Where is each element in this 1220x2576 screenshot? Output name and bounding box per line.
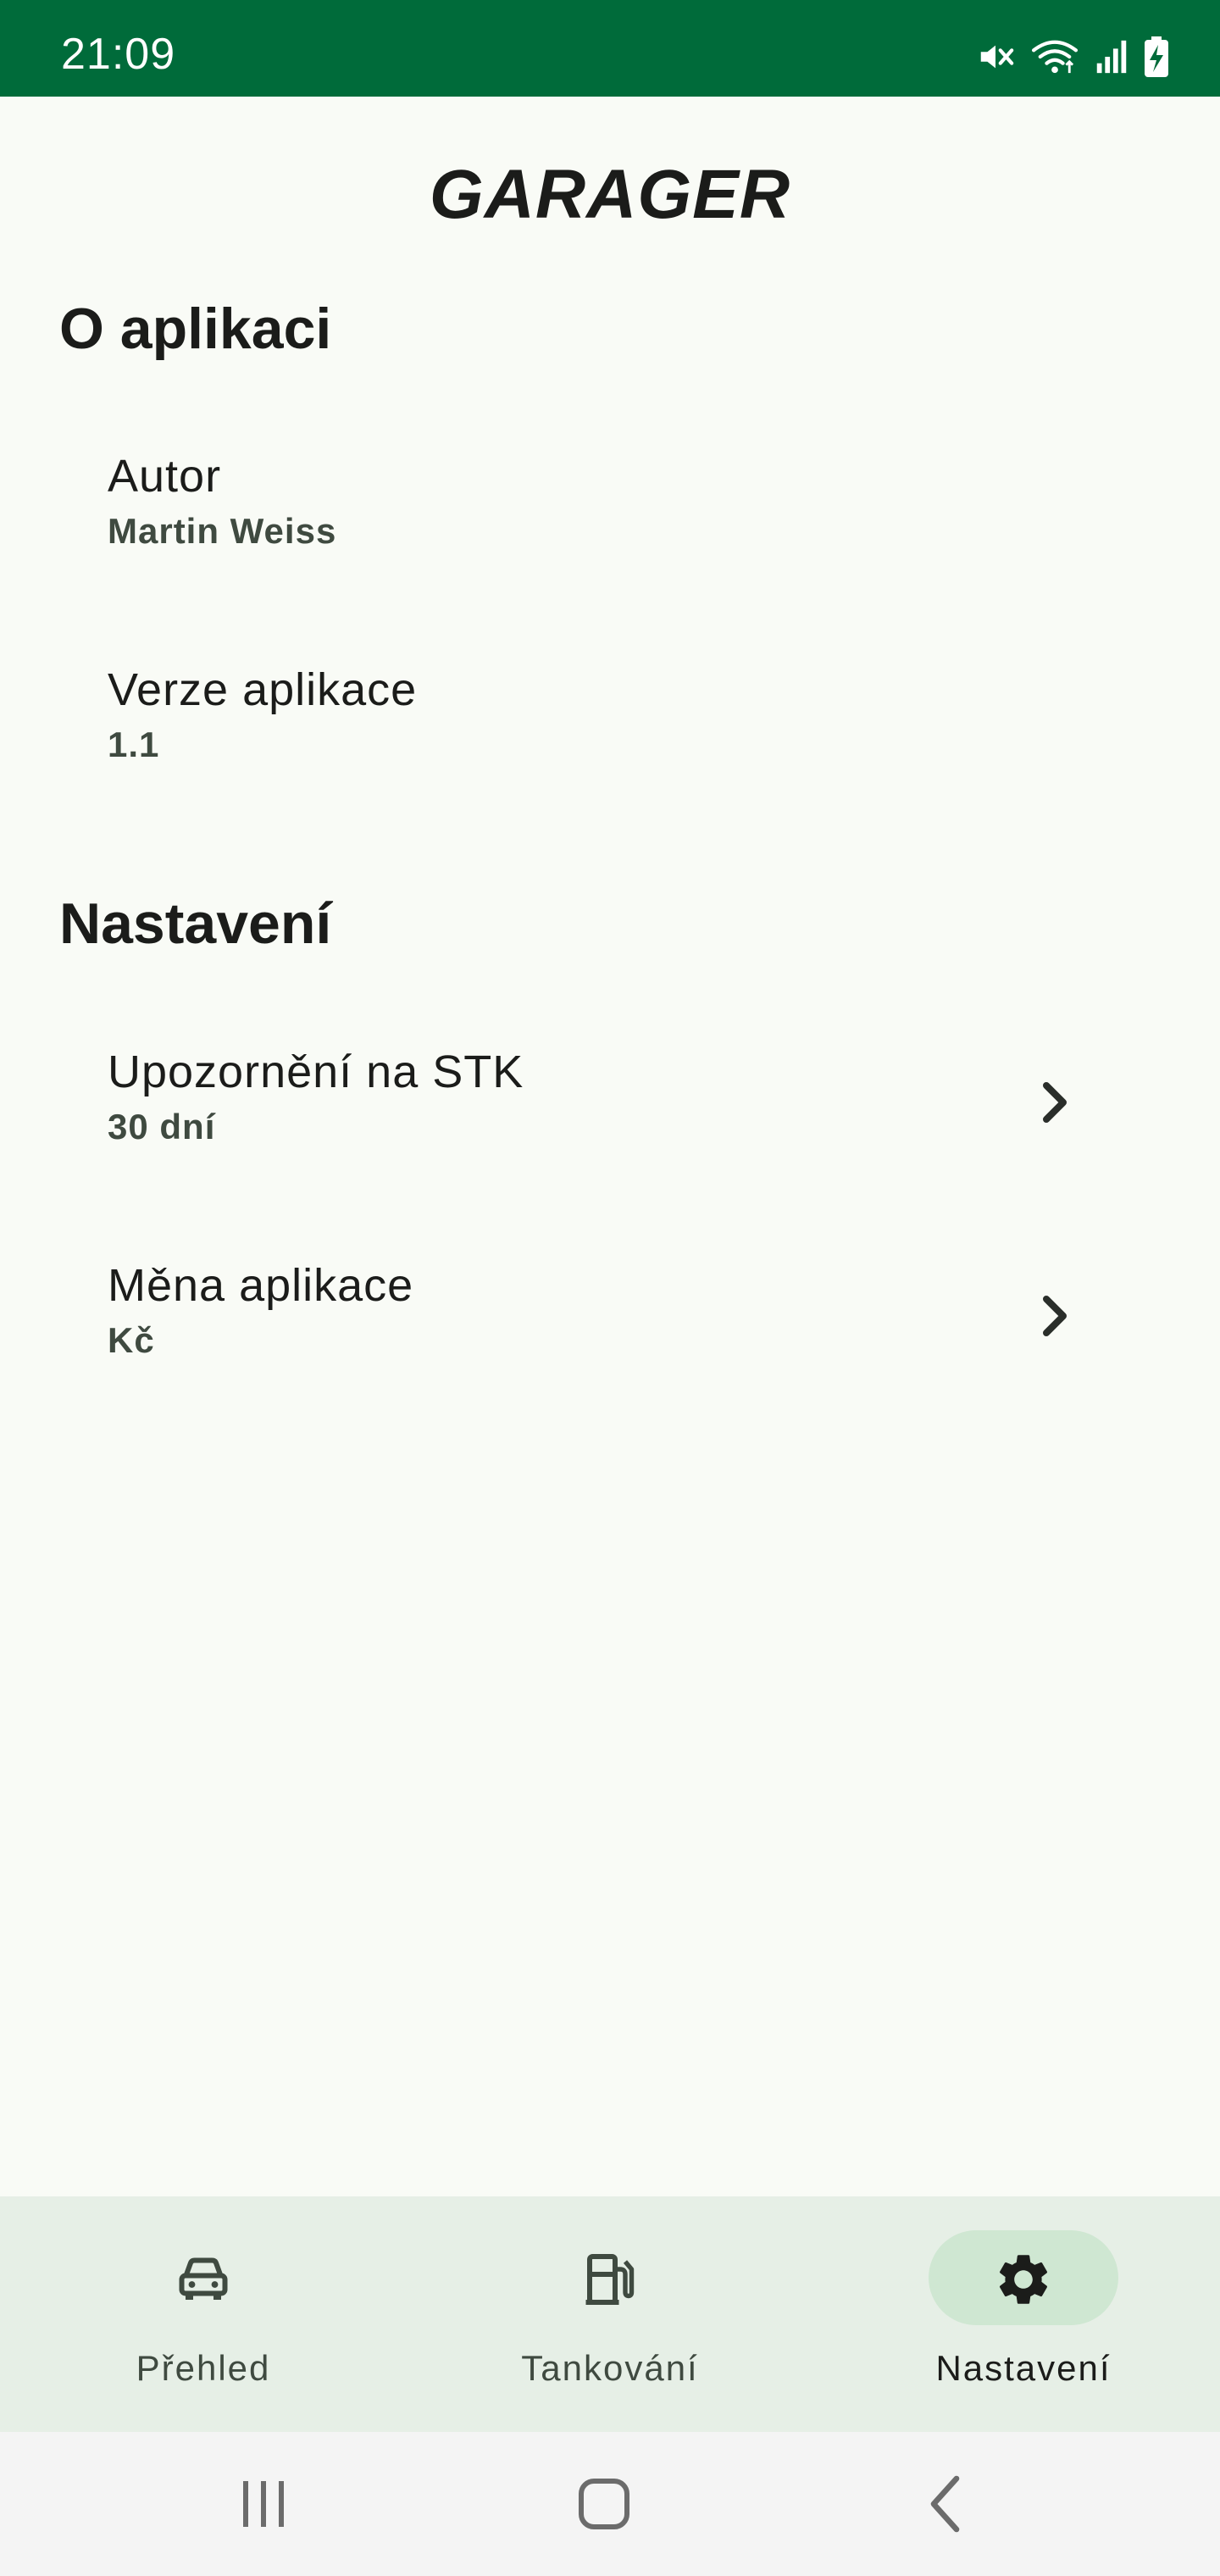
car-icon bbox=[179, 2257, 228, 2300]
author-value: Martin Weiss bbox=[108, 511, 337, 551]
nav-item-overview[interactable]: Přehled bbox=[0, 2196, 407, 2432]
fuel-pump-icon bbox=[585, 2254, 635, 2305]
stk-reminder-label: Upozornění na STK bbox=[108, 1046, 524, 1097]
status-bar: 21:09 bbox=[0, 0, 1220, 97]
section-heading-about: O aplikaci bbox=[59, 297, 332, 361]
stk-reminder-value: 30 dní bbox=[108, 1107, 216, 1146]
back-icon[interactable] bbox=[908, 2466, 984, 2542]
system-navigation-bar bbox=[0, 2432, 1220, 2576]
version-value: 1.1 bbox=[108, 724, 160, 764]
mute-icon bbox=[976, 37, 1015, 76]
nav-label-fuel: Tankování bbox=[521, 2348, 699, 2388]
home-icon[interactable] bbox=[566, 2466, 642, 2542]
stk-reminder-row[interactable]: Upozornění na STK 30 dní bbox=[0, 1045, 1220, 1240]
status-icons bbox=[976, 34, 1169, 80]
author-label: Autor bbox=[108, 451, 222, 502]
nav-item-fuel[interactable]: Tankování bbox=[407, 2196, 813, 2432]
nav-item-settings[interactable]: Nastavení bbox=[820, 2196, 1220, 2432]
currency-row[interactable]: Měna aplikace Kč bbox=[0, 1258, 1220, 1453]
gear-icon bbox=[999, 2255, 1048, 2304]
signal-icon bbox=[1095, 37, 1128, 76]
nav-label-overview: Přehled bbox=[136, 2348, 271, 2388]
version-label: Verze aplikace bbox=[108, 664, 418, 715]
currency-label: Měna aplikace bbox=[108, 1260, 414, 1311]
chevron-right-icon bbox=[1043, 1296, 1067, 1336]
bottom-navigation: Přehled Tankování Nastavení bbox=[0, 2196, 1220, 2432]
recent-apps-icon[interactable] bbox=[225, 2466, 302, 2542]
wifi-icon bbox=[1030, 37, 1079, 76]
app-title: GARAGER bbox=[429, 156, 791, 233]
status-time: 21:09 bbox=[61, 30, 176, 79]
currency-value: Kč bbox=[108, 1320, 155, 1360]
section-heading-settings: Nastavení bbox=[59, 891, 332, 956]
author-row: Autor Martin Weiss bbox=[0, 449, 1220, 644]
battery-charging-icon bbox=[1144, 36, 1169, 77]
chevron-right-icon bbox=[1043, 1082, 1067, 1123]
nav-label-settings: Nastavení bbox=[935, 2348, 1112, 2388]
version-row: Verze aplikace 1.1 bbox=[0, 663, 1220, 858]
